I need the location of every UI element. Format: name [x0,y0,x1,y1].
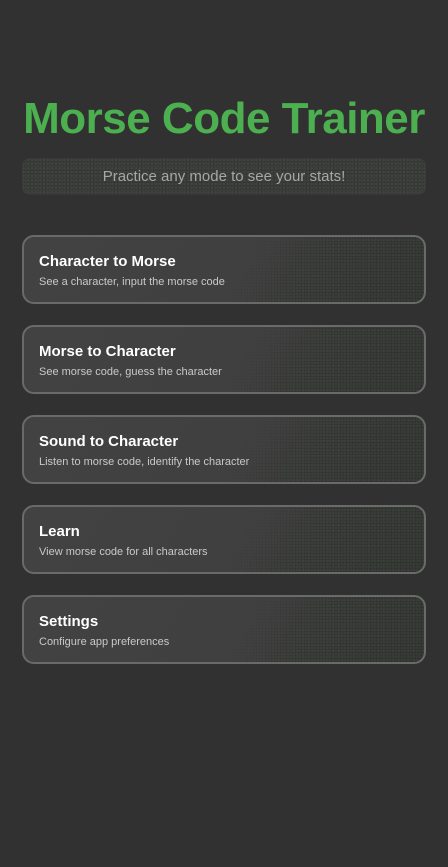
menu-item-learn[interactable]: Learn View morse code for all characters [22,505,426,574]
menu-item-description: Configure app preferences [39,636,170,648]
menu-item-label: Sound to Character [39,433,179,450]
menu-item-description: See morse code, guess the character [39,366,222,378]
menu-item-sound-to-character[interactable]: Sound to Character Listen to morse code,… [22,415,426,484]
stats-banner: Practice any mode to see your stats! [22,158,426,195]
menu-item-label: Morse to Character [39,343,176,360]
menu-item-description: See a character, input the morse code [39,276,225,288]
menu-item-label: Settings [39,613,99,630]
menu-item-character-to-morse[interactable]: Character to Morse See a character, inpu… [22,235,426,304]
stats-message: Practice any mode to see your stats! [102,167,346,185]
menu-item-description: Listen to morse code, identify the chara… [39,456,250,468]
app-screen: Morse Code Trainer Practice any mode to … [0,0,448,867]
page-title: Morse Code Trainer [23,94,425,143]
menu-item-description: View morse code for all characters [39,546,208,558]
menu-item-label: Character to Morse [39,253,176,270]
menu-item-settings[interactable]: Settings Configure app preferences [22,595,426,664]
menu-item-label: Learn [39,523,80,540]
menu-item-morse-to-character[interactable]: Morse to Character See morse code, guess… [22,325,426,394]
mode-menu: Character to Morse See a character, inpu… [22,235,426,685]
